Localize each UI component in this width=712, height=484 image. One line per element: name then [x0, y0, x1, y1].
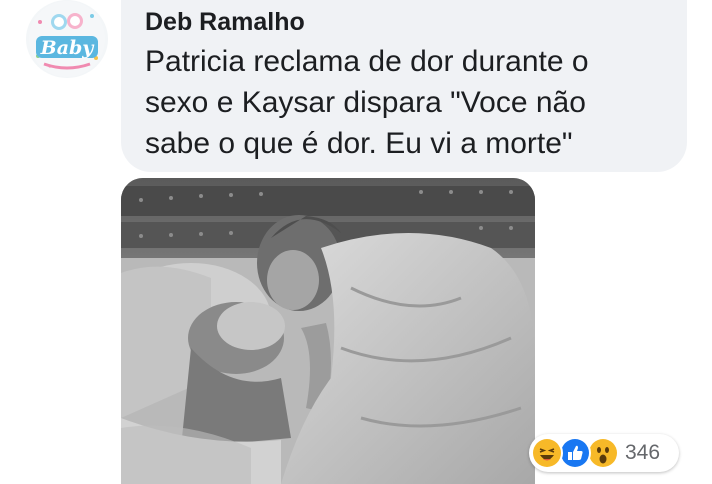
comment-screenshot: Baby Deb Ramalho Patricia reclama de dor… — [0, 0, 712, 484]
like-icon — [561, 439, 589, 467]
reactions-summary[interactable]: 346 — [529, 434, 679, 472]
comment-author-name[interactable]: Deb Ramalho — [145, 8, 305, 37]
like-reaction-icon — [559, 437, 591, 469]
reaction-count: 346 — [625, 441, 661, 464]
haha-reaction-icon — [531, 437, 563, 469]
comment-line: sabe o que é dor. Eu vi a morte" — [145, 127, 573, 160]
haha-icon — [533, 439, 561, 467]
comment-bubble: Deb Ramalho Patricia reclama de dor dura… — [121, 0, 687, 172]
wow-reaction-icon — [587, 437, 619, 469]
comment-line: Patricia reclama de dor durante o — [145, 45, 589, 78]
author-avatar[interactable]: Baby — [26, 0, 108, 78]
photo-scene-image — [121, 178, 535, 484]
logo-text: Baby — [40, 37, 96, 59]
wow-icon — [589, 439, 617, 467]
comment-line: sexo e Kaysar dispara "Voce não — [145, 86, 586, 119]
comment-attached-photo[interactable] — [121, 178, 535, 484]
comment-body: Patricia reclama de dor durante o sexo e… — [145, 41, 665, 164]
baby-logo-icon: Baby — [29, 1, 105, 77]
